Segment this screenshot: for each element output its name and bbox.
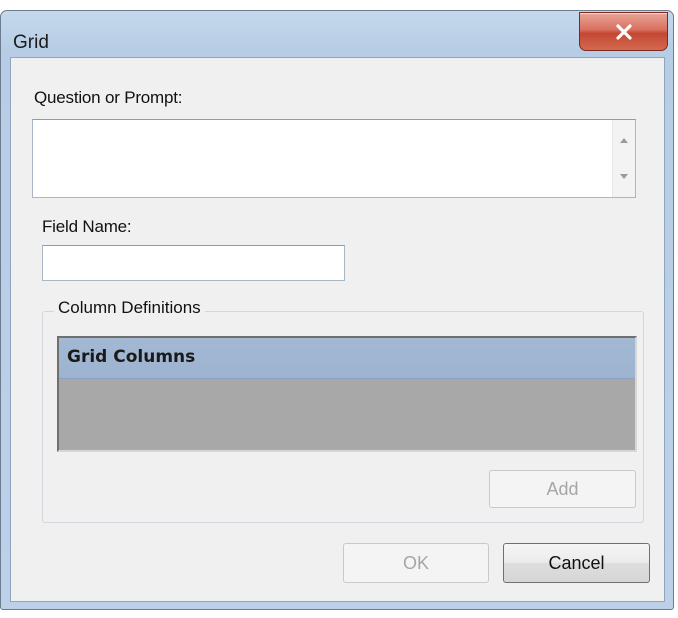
field-name-label: Field Name: <box>42 217 132 236</box>
grid-columns-header[interactable]: Grid Columns <box>59 338 635 379</box>
prompt-scrollbar[interactable] <box>612 120 635 197</box>
scroll-up-arrow-icon[interactable] <box>620 138 628 143</box>
prompt-textarea[interactable] <box>32 119 636 198</box>
window-title: Grid <box>13 32 49 53</box>
close-button[interactable] <box>579 12 668 51</box>
grid-columns-table[interactable]: Grid Columns <box>57 336 637 452</box>
scroll-down-arrow-icon[interactable] <box>620 174 628 179</box>
field-name-input[interactable] <box>42 245 345 281</box>
ok-button[interactable]: OK <box>343 543 489 583</box>
cancel-button[interactable]: Cancel <box>503 543 650 583</box>
close-icon <box>615 23 632 40</box>
grid-columns-header-label: Grid Columns <box>67 347 196 367</box>
prompt-label: Question or Prompt: <box>34 88 183 107</box>
column-definitions-label: Column Definitions <box>54 298 205 318</box>
add-button[interactable]: Add <box>489 470 636 508</box>
